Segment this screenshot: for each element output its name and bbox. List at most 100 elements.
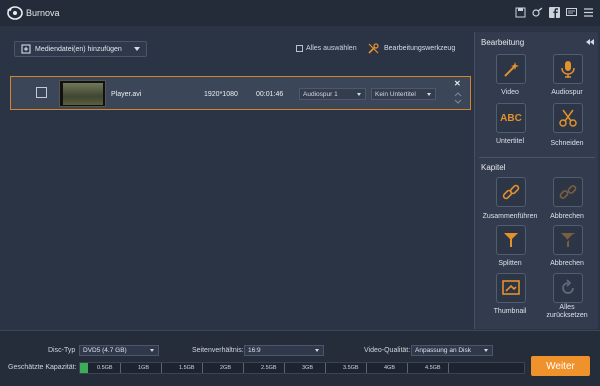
- collapse-icon[interactable]: [586, 39, 594, 45]
- subtitle-select[interactable]: Kein Untertitel: [371, 88, 436, 100]
- cancel-split-button[interactable]: [553, 225, 583, 255]
- capacity-tick: [161, 363, 162, 373]
- capacity-tick-label: 3GB: [302, 365, 314, 371]
- split-icon: [504, 233, 518, 247]
- cut-button[interactable]: [553, 103, 583, 133]
- subtitle-value: Kein Untertitel: [375, 90, 416, 98]
- capacity-bar: 0.5GB 1GB 1.5GB 2GB 2.5GB 3GB 3.5GB 4GB 4.5GB: [79, 362, 525, 374]
- edit-tool-button[interactable]: Bearbeitungswerkzeug: [368, 43, 455, 54]
- thumbnail-image: [63, 83, 103, 105]
- capacity-tick-label: 3.5GB: [343, 365, 359, 371]
- capacity-tick-label: 2GB: [220, 365, 232, 371]
- duration: 00:01:46: [256, 91, 284, 98]
- video-thumbnail: [59, 80, 106, 107]
- row-checkbox[interactable]: [36, 87, 47, 98]
- thumbnail-label: Thumbnail: [493, 308, 527, 315]
- chevron-down-icon: [150, 349, 154, 352]
- add-media-label: Mediendatei(en) hinzufügen: [35, 45, 122, 53]
- menu-icon[interactable]: [583, 7, 594, 18]
- cancel-merge-button[interactable]: [553, 177, 583, 207]
- add-media-button[interactable]: Mediendatei(en) hinzufügen: [14, 41, 147, 57]
- reset-all-button[interactable]: [553, 273, 583, 303]
- capacity-tick-label: 1GB: [138, 365, 150, 371]
- capacity-tick-label: 0.5GB: [97, 365, 113, 371]
- thumbnail-button[interactable]: [496, 273, 526, 303]
- disc-type-value: DVD5 (4.7 GB): [83, 347, 127, 354]
- audio-track-label: Audiospur: [551, 89, 583, 96]
- checkbox-icon[interactable]: [296, 45, 303, 52]
- facebook-icon[interactable]: [549, 7, 560, 18]
- capacity-tick: [243, 363, 244, 373]
- select-all-checkbox[interactable]: Alles auswählen: [296, 45, 357, 52]
- capacity-fill: [80, 363, 88, 373]
- feedback-icon[interactable]: [566, 7, 577, 18]
- burnova-logo-icon: [7, 6, 23, 20]
- thumbnail-icon: [502, 280, 520, 295]
- cancel-merge-label: Abbrechen: [550, 213, 584, 220]
- video-quality-value: Anpassung an Disk: [415, 347, 472, 354]
- select-all-label: Alles auswählen: [306, 45, 357, 52]
- media-row[interactable]: Player.avi 1920*1080 00:01:46 Audiospur …: [10, 76, 471, 110]
- move-down-icon[interactable]: [454, 99, 462, 105]
- chevron-down-icon: [427, 93, 431, 96]
- split-label: Splitten: [498, 260, 522, 267]
- chevron-down-icon: [484, 349, 488, 352]
- video-quality-select[interactable]: Anpassung an Disk: [411, 345, 493, 356]
- edit-section-title: Bearbeitung: [481, 38, 525, 47]
- capacity-tick-label: 1.5GB: [179, 365, 195, 371]
- resolution: 1920*1080: [204, 91, 238, 98]
- disc-type-label: Disc-Typ: [48, 347, 76, 354]
- cancel-split-icon: [561, 233, 575, 247]
- panel-divider: [479, 157, 595, 158]
- audio-track-button[interactable]: [553, 54, 583, 84]
- video-quality-label: Video-Qualität:: [364, 347, 411, 354]
- aspect-ratio-label: Seitenverhältnis:: [192, 347, 244, 354]
- disc-type-select[interactable]: DVD5 (4.7 GB): [79, 345, 159, 356]
- right-panel: Bearbeitung Video Audiospur ABC Untertit…: [474, 32, 598, 329]
- save-icon[interactable]: [515, 7, 526, 18]
- capacity-tick: [448, 363, 449, 373]
- capacity-tick: [366, 363, 367, 373]
- magic-wand-icon: [504, 62, 519, 77]
- titlebar-icons: [515, 7, 594, 18]
- edit-tool-label: Bearbeitungswerkzeug: [384, 45, 456, 52]
- subtitle-button[interactable]: ABC: [496, 103, 526, 133]
- split-button[interactable]: [496, 225, 526, 255]
- move-up-icon[interactable]: [454, 91, 462, 97]
- file-name: Player.avi: [111, 91, 142, 98]
- capacity-tick: [202, 363, 203, 373]
- aspect-ratio-select[interactable]: 16:9: [244, 345, 324, 356]
- bottom-bar: [0, 330, 600, 386]
- capacity-tick: [284, 363, 285, 373]
- aspect-ratio-value: 16:9: [248, 347, 261, 354]
- capacity-label: Geschätzte Kapazität:: [8, 364, 77, 371]
- chapter-section-title: Kapitel: [481, 163, 506, 172]
- capacity-tick-label: 4GB: [384, 365, 396, 371]
- audio-track-select[interactable]: Audiospur 1: [299, 88, 366, 100]
- scissors-icon: [559, 109, 577, 127]
- key-icon[interactable]: [532, 7, 543, 18]
- next-button[interactable]: Weiter: [531, 356, 590, 376]
- capacity-tick: [407, 363, 408, 373]
- chevron-down-icon[interactable]: [134, 47, 140, 51]
- title-bar: Burnova: [0, 0, 600, 26]
- abc-icon: ABC: [500, 112, 522, 124]
- cancel-split-label: Abbrechen: [550, 260, 584, 267]
- merge-button[interactable]: [496, 177, 526, 207]
- tools-icon: [368, 43, 379, 54]
- remove-item-icon[interactable]: ✕: [454, 79, 461, 88]
- chevron-down-icon: [357, 93, 361, 96]
- microphone-icon: [561, 61, 575, 78]
- add-file-icon: [21, 44, 31, 54]
- broken-link-icon: [559, 185, 577, 199]
- capacity-tick-label: 2.5GB: [261, 365, 277, 371]
- capacity-tick: [120, 363, 121, 373]
- chain-link-icon: [502, 184, 520, 200]
- video-edit-label: Video: [501, 89, 519, 96]
- video-edit-button[interactable]: [496, 54, 526, 84]
- chevron-down-icon: [315, 349, 319, 352]
- cut-label: Schneiden: [550, 140, 584, 147]
- capacity-tick: [325, 363, 326, 373]
- app-title: Burnova: [26, 8, 60, 18]
- capacity-tick-label: 4.5GB: [425, 365, 441, 371]
